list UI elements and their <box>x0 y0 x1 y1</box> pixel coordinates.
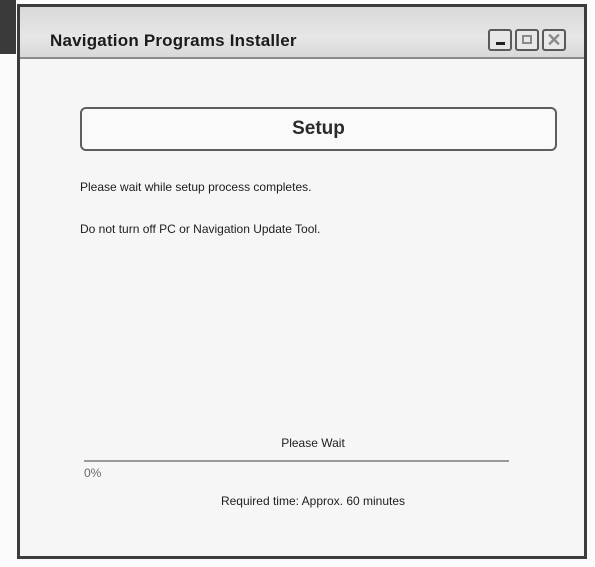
installer-window: Navigation Programs Installer ✕ Setup Pl… <box>17 4 587 559</box>
title-bar[interactable]: Navigation Programs Installer ✕ <box>20 7 584 59</box>
window-title: Navigation Programs Installer <box>50 31 297 50</box>
maximize-button[interactable] <box>515 29 539 51</box>
progress-percent: 0% <box>84 466 102 480</box>
close-button[interactable]: ✕ <box>542 29 566 51</box>
window-controls: ✕ <box>488 29 566 51</box>
setup-header: Setup <box>80 107 557 151</box>
wait-message: Please wait while setup process complete… <box>80 180 312 194</box>
window-content: Setup Please wait while setup process co… <box>20 59 584 556</box>
status-label: Please Wait <box>281 436 345 450</box>
close-icon: ✕ <box>546 30 562 50</box>
progress-bar <box>84 460 509 462</box>
required-time-text: Required time: Approx. 60 minutes <box>220 494 406 508</box>
background-window-edge <box>0 0 16 54</box>
warning-message: Do not turn off PC or Navigation Update … <box>80 222 321 236</box>
minimize-button[interactable] <box>488 29 512 51</box>
screen: Navigation Programs Installer ✕ Setup Pl… <box>0 0 595 567</box>
